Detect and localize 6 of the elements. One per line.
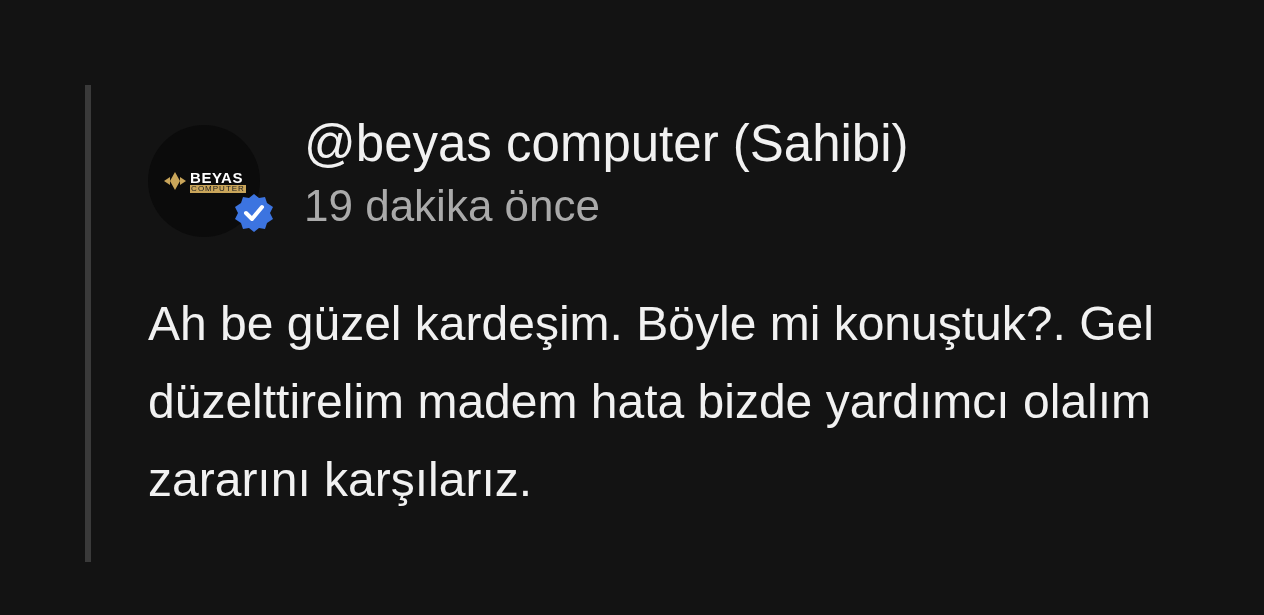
avatar[interactable]: BEYAS COMPUTER [148,125,260,237]
author-name[interactable]: @beyas computer (Sahibi) [304,113,909,175]
logo-subtitle: COMPUTER [190,184,246,193]
logo-title: BEYAS [190,169,244,185]
timestamp: 19 dakika önce [304,180,601,232]
comment-text: Ah be güzel kardeşim. Böyle mi konuştuk?. Gel düzelttirelim madem hata bizde yardımcı olalım zararını karşılarız. [148,296,1155,508]
